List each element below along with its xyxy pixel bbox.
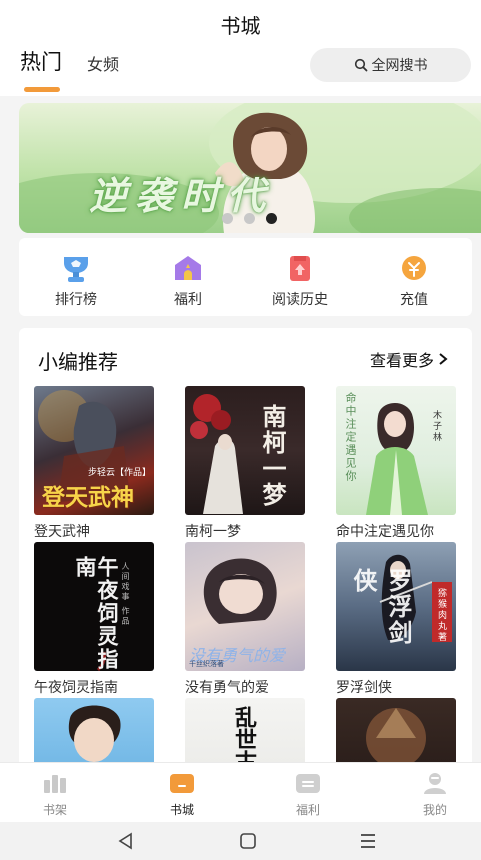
book-title: 罗浮剑侠 <box>336 679 392 695</box>
shortcut-welfare[interactable]: 福利 <box>143 252 233 309</box>
shortcut-label: 排行榜 <box>55 291 97 307</box>
cover-title-text: 午夜饲灵指南 <box>73 556 120 671</box>
nav-label: 书城 <box>169 803 194 817</box>
search-icon <box>354 58 367 72</box>
book-card[interactable]: 罗浮剑侠 猕猴肉丸著 罗浮剑侠 <box>336 542 456 697</box>
banner-title: 逆袭时代 <box>89 173 274 218</box>
tab-hot[interactable]: 热门 <box>20 46 62 76</box>
book-cover[interactable]: 命中注定遇见你 木子林 <box>336 386 456 515</box>
nav-label: 我的 <box>422 803 447 817</box>
search-button[interactable]: 全网搜书 <box>310 48 471 82</box>
tab-female[interactable]: 女频 <box>87 51 119 75</box>
system-navigation-bar <box>0 822 481 860</box>
bookstore-icon <box>169 771 195 795</box>
nav-bookshelf[interactable]: 书架 <box>25 771 85 818</box>
active-tab-indicator <box>24 87 60 92</box>
nav-label: 书架 <box>42 803 67 817</box>
cover-author: 猕猴肉丸著 <box>436 588 446 643</box>
page-title: 书城 <box>220 16 261 38</box>
book-cover[interactable]: 没有勇气的爱 千丝织落著 <box>185 542 305 671</box>
cover-title-text: 登天武神 <box>42 484 134 511</box>
header: 书城 热门 女频 全网搜书 <box>0 0 481 96</box>
shortcut-label: 阅读历史 <box>272 291 328 307</box>
shortcut-ranking[interactable]: 排行榜 <box>31 252 121 309</box>
book-card[interactable]: 南柯一梦 南柯一梦 <box>185 386 305 541</box>
search-label: 全网搜书 <box>371 57 428 73</box>
shortcut-recharge[interactable]: 充值 <box>369 252 459 309</box>
book-cover[interactable]: 南柯一梦 <box>185 386 305 515</box>
book-card[interactable]: 命中注定遇见你 木子林 命中注定遇见你 <box>336 386 456 541</box>
cover-title-text: 南柯一梦 <box>258 404 287 508</box>
book-cover[interactable]: 步轻云【作品】 登天武神 <box>34 386 154 515</box>
cover-author: 人间戏事 作品 <box>121 562 130 627</box>
cover-author: 步轻云【作品】 <box>88 467 152 477</box>
coin-icon <box>397 252 431 284</box>
book-title: 南柯一梦 <box>185 523 241 539</box>
home-icon[interactable] <box>238 832 258 855</box>
book-card[interactable]: 没有勇气的爱 千丝织落著 没有勇气的爱 <box>185 542 305 697</box>
chevron-right-icon <box>439 353 448 365</box>
trophy-icon <box>59 252 93 284</box>
gift-house-icon <box>171 252 205 284</box>
nav-profile[interactable]: 我的 <box>405 771 465 818</box>
bookshelf-icon <box>42 771 68 795</box>
cover-title-text: 罗浮剑侠 <box>349 568 413 646</box>
book-title: 登天武神 <box>34 523 90 539</box>
shortcut-bar: 排行榜 福利 阅读历史 充值 <box>19 238 472 316</box>
see-more-label: 查看更多 <box>369 353 434 370</box>
book-title: 午夜饲灵指南 <box>34 679 118 695</box>
cover-title-text: 命中注定遇见你 <box>344 392 357 483</box>
nav-welfare[interactable]: 福利 <box>278 771 338 818</box>
carousel-dot[interactable] <box>244 213 255 224</box>
profile-icon <box>422 771 448 795</box>
cover-author: 木子林 <box>431 410 441 443</box>
carousel-dot-active[interactable] <box>266 213 277 224</box>
nav-bookstore[interactable]: 书城 <box>152 771 212 818</box>
nav-label: 福利 <box>295 803 320 817</box>
back-icon[interactable] <box>116 832 136 855</box>
book-cover[interactable]: 罗浮剑侠 猕猴肉丸著 <box>336 542 456 671</box>
bottom-tab-bar: 书架 书城 福利 我的 <box>0 762 481 822</box>
cover-author: 千丝织落著 <box>189 661 224 668</box>
shortcut-history[interactable]: 阅读历史 <box>255 252 345 309</box>
carousel-indicator <box>222 213 277 224</box>
carousel-dot[interactable] <box>222 213 233 224</box>
bookstore-page: 书城 热门 女频 全网搜书 逆袭时代 排行榜 福利 阅读历史 充值 小编推荐 查… <box>0 0 481 860</box>
history-icon <box>283 252 317 284</box>
editor-picks-section: 小编推荐 查看更多 步轻云【作品】 登天武神 登天武神 南柯一梦 南柯一梦 命中… <box>19 328 472 827</box>
shortcut-label: 充值 <box>400 291 428 307</box>
book-card[interactable]: 午夜饲灵指南 人间戏事 作品 午夜饲灵指南 <box>34 542 154 697</box>
see-more-link[interactable]: 查看更多 <box>370 347 448 371</box>
book-title: 没有勇气的爱 <box>185 679 269 695</box>
recents-icon[interactable] <box>358 832 378 855</box>
book-cover[interactable]: 午夜饲灵指南 人间戏事 作品 <box>34 542 154 671</box>
book-card[interactable]: 步轻云【作品】 登天武神 登天武神 <box>34 386 154 541</box>
section-title: 小编推荐 <box>38 352 118 374</box>
book-title: 命中注定遇见你 <box>336 523 434 539</box>
welfare-icon <box>295 771 321 795</box>
shortcut-label: 福利 <box>174 291 202 307</box>
